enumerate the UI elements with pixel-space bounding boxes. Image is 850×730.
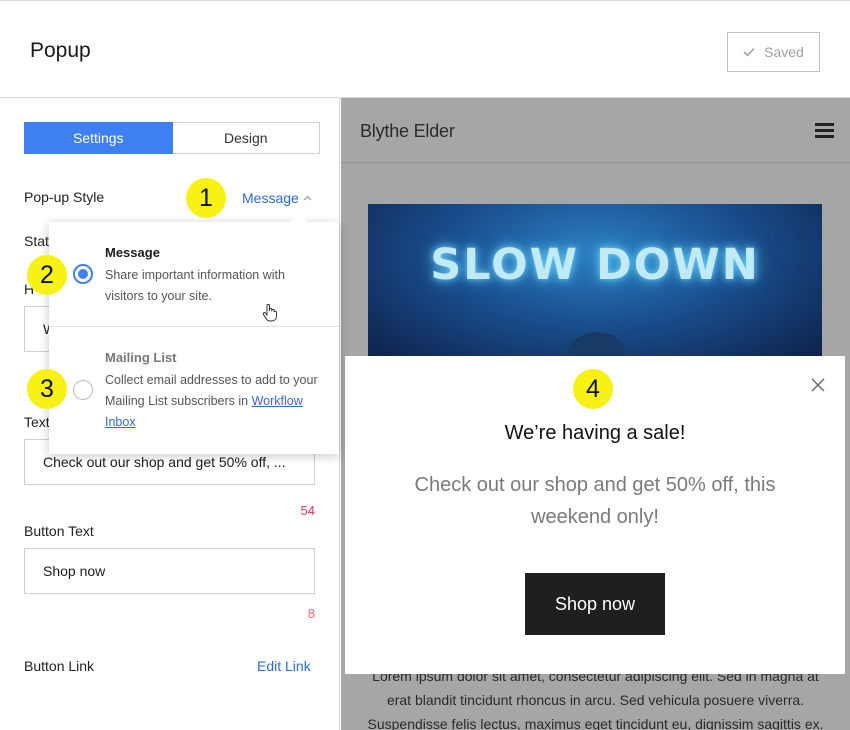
popup-message: Check out our shop and get 50% off, this… [414,474,776,528]
shop-now-button[interactable]: Shop now [525,573,665,635]
callout-marker-2: 2 [27,255,67,295]
popup-style-menu: Message Share important information with… [49,222,339,454]
popup-title: We’re having a sale! [504,422,686,444]
popup-style-dropdown[interactable]: Message [242,190,312,206]
option-mailing-list[interactable]: Mailing List Collect email addresses to … [49,328,339,454]
button-text-input[interactable]: Shop now [24,548,315,594]
saved-button[interactable]: Saved [727,32,820,72]
message-radio[interactable] [73,264,93,284]
pointer-hand-icon [262,303,277,322]
text-label: Text [24,414,50,430]
popup-style-value: Message [242,190,299,206]
hero-image: SLOW DOWN [368,204,822,364]
button-text-label: Button Text [24,523,94,539]
button-text-char-counter: 8 [307,606,315,621]
option-message[interactable]: Message Share important information with… [49,222,339,327]
option-mailing-list-title: Mailing List [105,350,177,365]
button-link-label: Button Link [24,658,95,674]
text-input-value: Check out our shop and get 50% off, ... [43,454,286,470]
text-char-counter: 54 [300,503,315,518]
tab-settings[interactable]: Settings [24,122,173,154]
mailing-list-radio[interactable] [73,380,93,400]
callout-marker-3: 3 [27,369,67,409]
site-header: Blythe Elder [341,98,850,163]
tab-design[interactable]: Design [172,122,320,154]
panel-tabs: Settings Design [24,122,320,154]
close-icon[interactable] [810,377,826,393]
callout-marker-4: 4 [573,369,613,409]
check-icon [743,47,755,57]
callout-marker-1: 1 [186,178,226,218]
saved-label: Saved [764,44,804,60]
hero-neon-text: SLOW DOWN [430,240,760,290]
option-message-description: Share important information with visitor… [105,268,285,303]
hamburger-menu-icon[interactable] [815,123,834,138]
option-mailing-list-description: Collect email addresses to add to your M… [105,370,320,433]
edit-link[interactable]: Edit Link [257,658,311,674]
page-header: Popup Saved [0,3,850,98]
chevron-up-icon [303,195,312,201]
button-text-input-value: Shop now [43,563,106,579]
popup-style-label: Pop-up Style [24,189,105,205]
status-label: Stat [24,233,49,249]
page-title: Popup [30,39,91,62]
site-title: Blythe Elder [360,121,455,141]
option-message-title: Message [105,245,160,260]
dropdown-caret [290,213,308,223]
